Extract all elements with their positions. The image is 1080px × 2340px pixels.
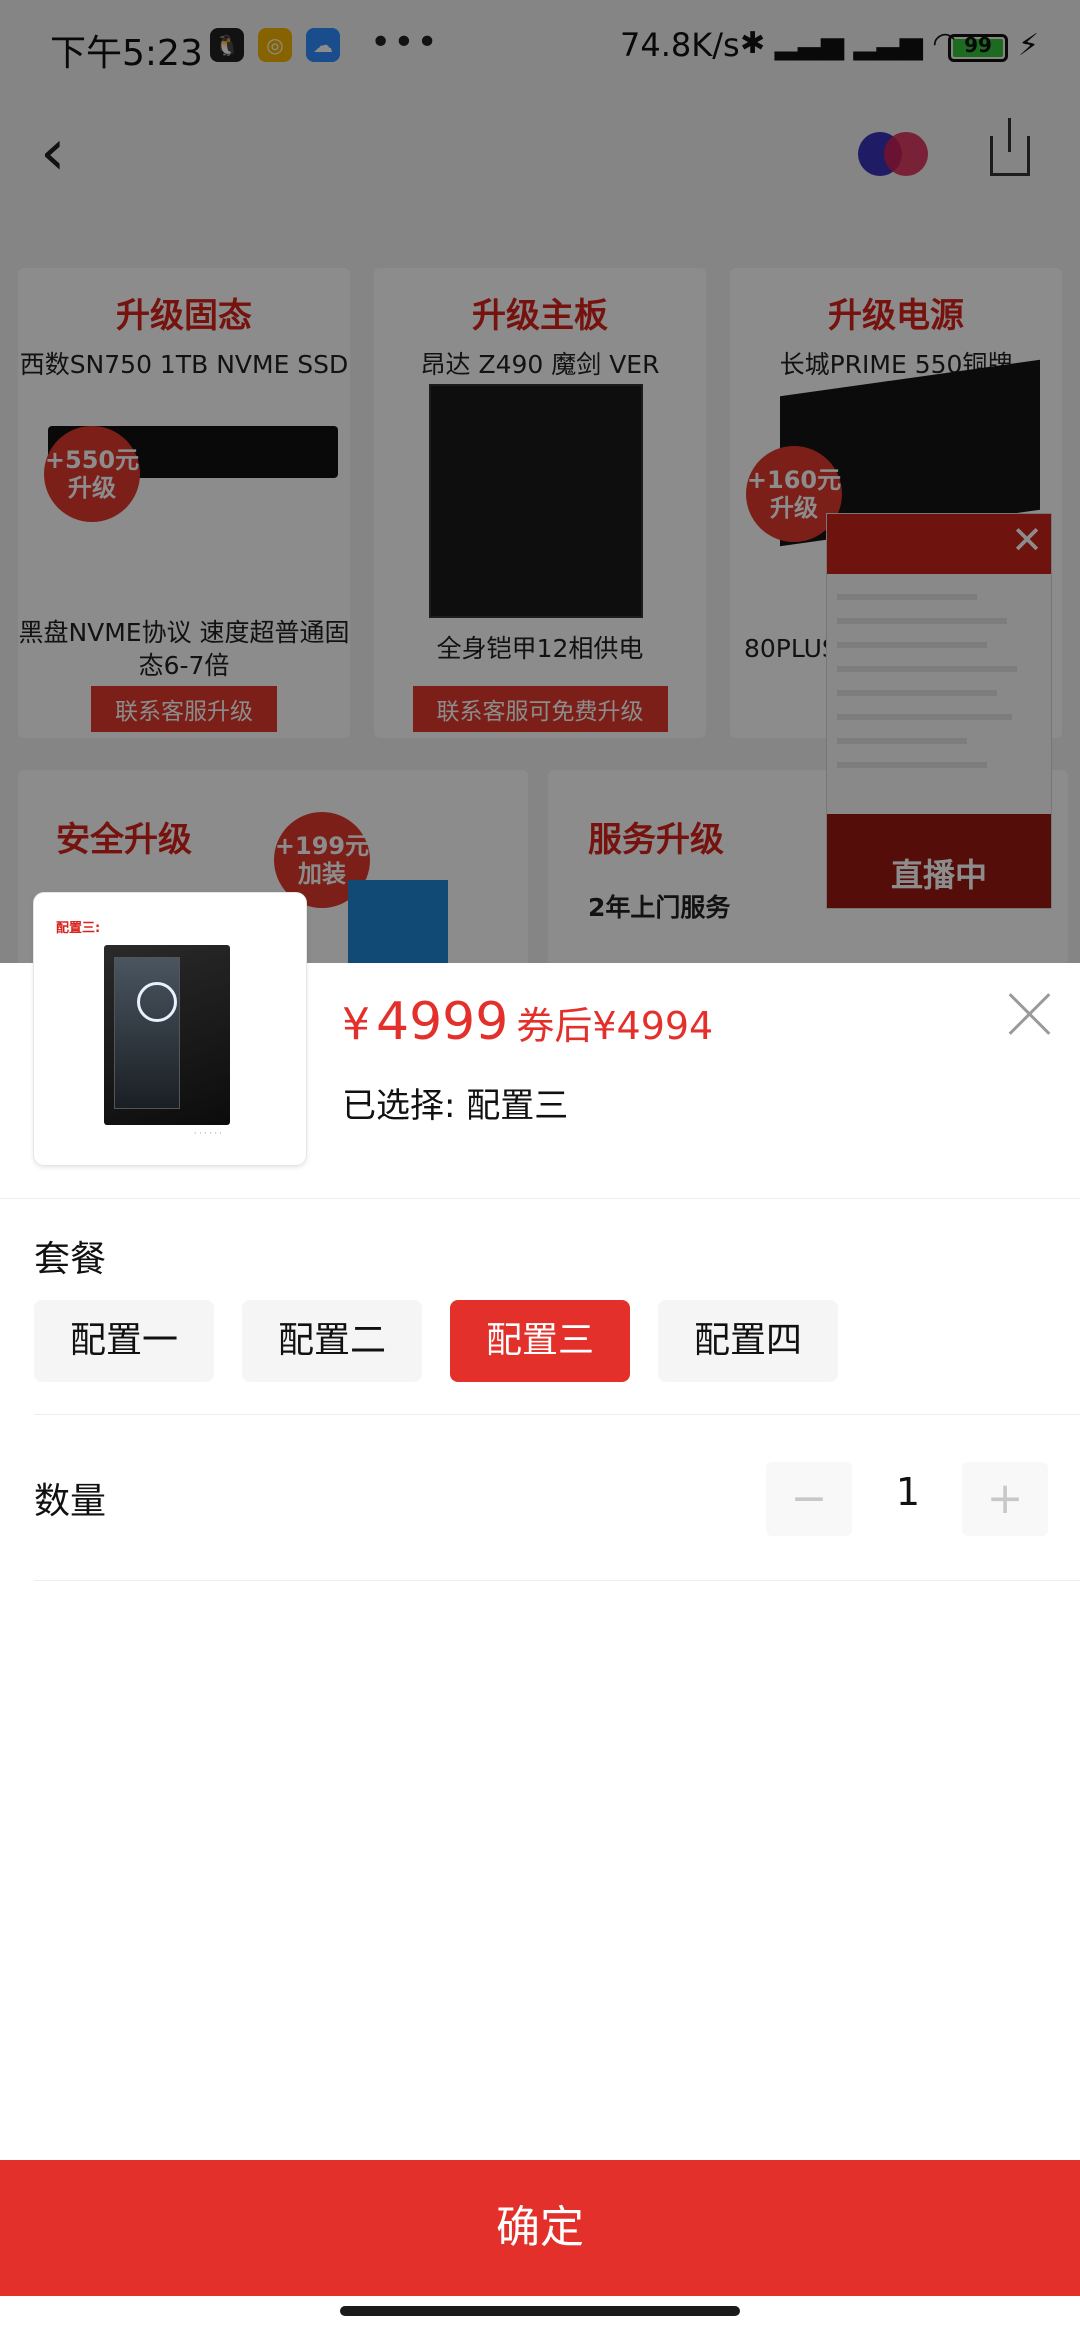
option-button-2[interactable]: 配置二 (242, 1300, 422, 1382)
quantity-value[interactable]: 1 (880, 1470, 936, 1514)
close-icon[interactable] (1008, 992, 1052, 1036)
option-button-3[interactable]: 配置三 (450, 1300, 630, 1382)
home-indicator[interactable] (340, 2306, 740, 2316)
price-row: ¥4999 券后¥4994 (342, 992, 713, 1052)
options-title: 套餐 (34, 1239, 107, 1280)
quantity-decrement-button[interactable]: − (766, 1462, 852, 1536)
quantity-increment-button[interactable]: + (962, 1462, 1048, 1536)
divider (34, 1580, 1080, 1581)
selected-summary: 已选择: 配置三 (342, 1078, 568, 1127)
divider (34, 1414, 1080, 1415)
divider (0, 1198, 1080, 1199)
option-button-4[interactable]: 配置四 (658, 1300, 838, 1382)
thumb-fineprint: · · · · · · (194, 1129, 222, 1138)
sku-sheet (0, 963, 1080, 2340)
selected-value: 配置三 (466, 1086, 569, 1126)
option-button-1[interactable]: 配置一 (34, 1300, 214, 1382)
dim-overlay[interactable] (0, 0, 1080, 965)
quantity-title: 数量 (34, 1481, 107, 1522)
selected-prefix: 已选择: (342, 1086, 456, 1126)
confirm-button[interactable]: 确定 (0, 2160, 1080, 2296)
pc-case-image (104, 945, 230, 1125)
price-symbol: ¥ (342, 999, 370, 1050)
thumb-tag: 配置三: (56, 921, 101, 936)
product-thumbnail: 配置三: · · · · · · (34, 893, 306, 1165)
price: 4999 (376, 992, 509, 1052)
coupon-price: 券后¥4994 (516, 1004, 714, 1048)
